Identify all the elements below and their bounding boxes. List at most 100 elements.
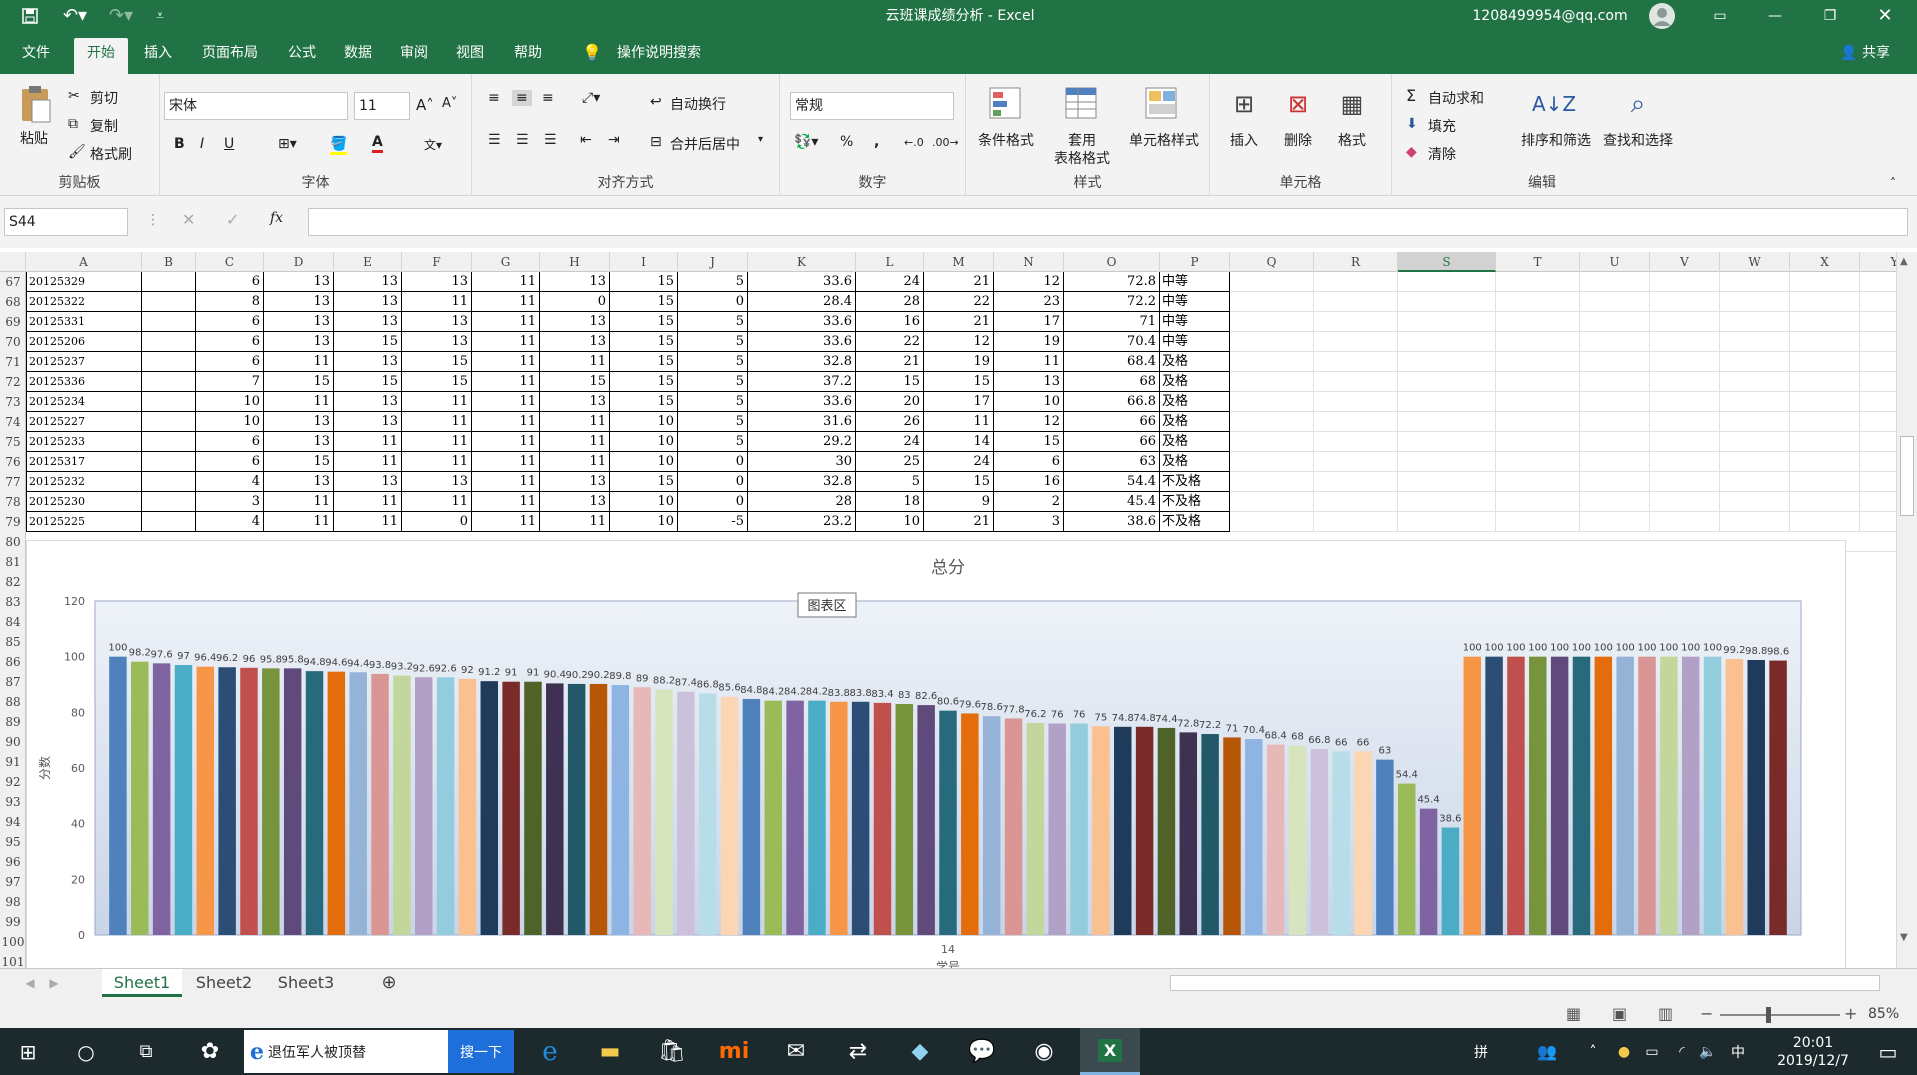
autosum-icon[interactable]: Σ	[1406, 86, 1416, 105]
sheet-tab-3[interactable]: Sheet3	[266, 969, 346, 997]
cell[interactable]	[142, 292, 196, 312]
cell[interactable]: 54.4	[1064, 472, 1160, 492]
scroll-down-icon[interactable]: ▼	[1900, 932, 1908, 943]
save-icon[interactable]	[18, 0, 42, 32]
row-header[interactable]: 68	[0, 292, 26, 312]
column-header-f[interactable]: F	[402, 252, 472, 272]
undo-icon[interactable]: ↶▾	[58, 0, 92, 32]
cell[interactable]: 15	[924, 372, 994, 392]
mi-icon[interactable]: mi	[714, 1028, 754, 1075]
cell[interactable]: 15	[610, 372, 678, 392]
row-header[interactable]: 80	[0, 532, 26, 552]
italic-button[interactable]: I	[200, 136, 204, 152]
close-icon[interactable]: ✕	[1870, 0, 1900, 32]
cell[interactable]: 20125317	[26, 452, 142, 472]
chart-tooltip[interactable]: 图表区	[797, 592, 857, 618]
cell[interactable]	[142, 512, 196, 532]
cell[interactable]: 13	[994, 372, 1064, 392]
share-button[interactable]: 共享	[1852, 38, 1900, 74]
cell[interactable]: 20125336	[26, 372, 142, 392]
volume-icon[interactable]: 🔈	[1696, 1028, 1720, 1075]
format-table-label-2[interactable]: 表格格式	[1042, 148, 1122, 168]
cell[interactable]: 11	[472, 492, 540, 512]
cell[interactable]: 11	[264, 352, 334, 372]
column-header-g[interactable]: G	[472, 252, 540, 272]
cell[interactable]: 11	[472, 432, 540, 452]
row-header[interactable]: 71	[0, 352, 26, 372]
cell[interactable]: 11	[264, 392, 334, 412]
column-header-e[interactable]: E	[334, 252, 402, 272]
battery-icon[interactable]: ▭	[1640, 1028, 1664, 1075]
delete-cells-icon[interactable]: ⊠	[1280, 86, 1316, 122]
row-header[interactable]: 67	[0, 272, 26, 292]
percent-button[interactable]: %	[840, 134, 853, 150]
cell[interactable]: 17	[994, 312, 1064, 332]
zoom-level[interactable]: 85%	[1868, 1006, 1899, 1022]
taskbar-search-box[interactable]: e 退伍军人被顶替	[244, 1030, 448, 1073]
cell[interactable]	[142, 492, 196, 512]
cell[interactable]: 11	[472, 292, 540, 312]
tab-formulas[interactable]: 公式	[280, 38, 324, 74]
row-header[interactable]: 85	[0, 632, 26, 652]
cell[interactable]: 13	[402, 312, 472, 332]
cell[interactable]: 72.2	[1064, 292, 1160, 312]
format-table-label-1[interactable]: 套用	[1054, 130, 1110, 150]
align-left-icon[interactable]: ☰	[488, 132, 501, 148]
cell[interactable]: 8	[196, 292, 264, 312]
tab-insert[interactable]: 插入	[136, 38, 180, 74]
bold-button[interactable]: B	[174, 136, 185, 152]
cell[interactable]: 30	[748, 452, 856, 472]
cell[interactable]: 25	[856, 452, 924, 472]
new-sheet-icon[interactable]: ⊕	[376, 969, 402, 997]
cell[interactable]: 13	[540, 492, 610, 512]
prev-sheet-icon[interactable]: ◀	[20, 969, 40, 997]
cell[interactable]: 21	[924, 272, 994, 292]
decrease-decimal-icon[interactable]: .00→	[932, 136, 959, 149]
column-header-o[interactable]: O	[1064, 252, 1160, 272]
store-icon[interactable]: 🛍	[652, 1028, 692, 1075]
maximize-icon[interactable]: ❐	[1815, 0, 1845, 32]
row-header[interactable]: 81	[0, 552, 26, 572]
cell[interactable]: 11	[472, 412, 540, 432]
cell[interactable]: 66.8	[1064, 392, 1160, 412]
edge-icon[interactable]: e	[530, 1028, 570, 1075]
cell[interactable]: 0	[678, 292, 748, 312]
mail-icon[interactable]: ✉	[776, 1028, 816, 1075]
format-painter-icon[interactable]: 🖌	[68, 144, 86, 160]
cell[interactable]	[142, 272, 196, 292]
cell[interactable]: 32.8	[748, 352, 856, 372]
find-icon[interactable]: ⌕	[1618, 84, 1658, 124]
cell[interactable]: 11	[402, 432, 472, 452]
file-explorer-icon[interactable]: ▬	[590, 1028, 630, 1075]
row-header[interactable]: 97	[0, 872, 26, 892]
cell[interactable]: 11	[540, 512, 610, 532]
windows-start-icon[interactable]: ⊞	[10, 1028, 46, 1075]
sheet-tab-1[interactable]: Sheet1	[102, 969, 182, 997]
zoom-in-icon[interactable]: +	[1844, 1004, 1857, 1023]
paste-button[interactable]: 粘贴	[12, 128, 56, 148]
column-header-b[interactable]: B	[142, 252, 196, 272]
cell[interactable]	[142, 312, 196, 332]
cell[interactable]: 24	[856, 272, 924, 292]
cell[interactable]: 20125206	[26, 332, 142, 352]
clear-icon[interactable]: ◆	[1406, 144, 1417, 160]
cell[interactable]: 11	[472, 392, 540, 412]
cell[interactable]: 13	[264, 272, 334, 292]
cell[interactable]: 6	[196, 272, 264, 292]
cell[interactable]: 13	[264, 292, 334, 312]
sort-filter-icon[interactable]: A↓Z	[1532, 86, 1576, 122]
cell[interactable]: 5	[678, 432, 748, 452]
cell[interactable]: 33.6	[748, 312, 856, 332]
cell[interactable]: 不及格	[1160, 492, 1230, 512]
insert-cells-icon[interactable]: ⊞	[1226, 86, 1262, 122]
row-header[interactable]: 87	[0, 672, 26, 692]
ime-mode[interactable]: 拼	[1468, 1028, 1494, 1075]
cell[interactable]: 15	[334, 332, 402, 352]
cell[interactable]: 11	[402, 492, 472, 512]
cell[interactable]: 15	[402, 352, 472, 372]
row-header[interactable]: 74	[0, 412, 26, 432]
cell[interactable]	[142, 452, 196, 472]
wrap-text-button[interactable]: 自动换行	[670, 94, 726, 114]
cell[interactable]: 11	[472, 332, 540, 352]
fill-button[interactable]: 填充	[1428, 116, 1456, 136]
